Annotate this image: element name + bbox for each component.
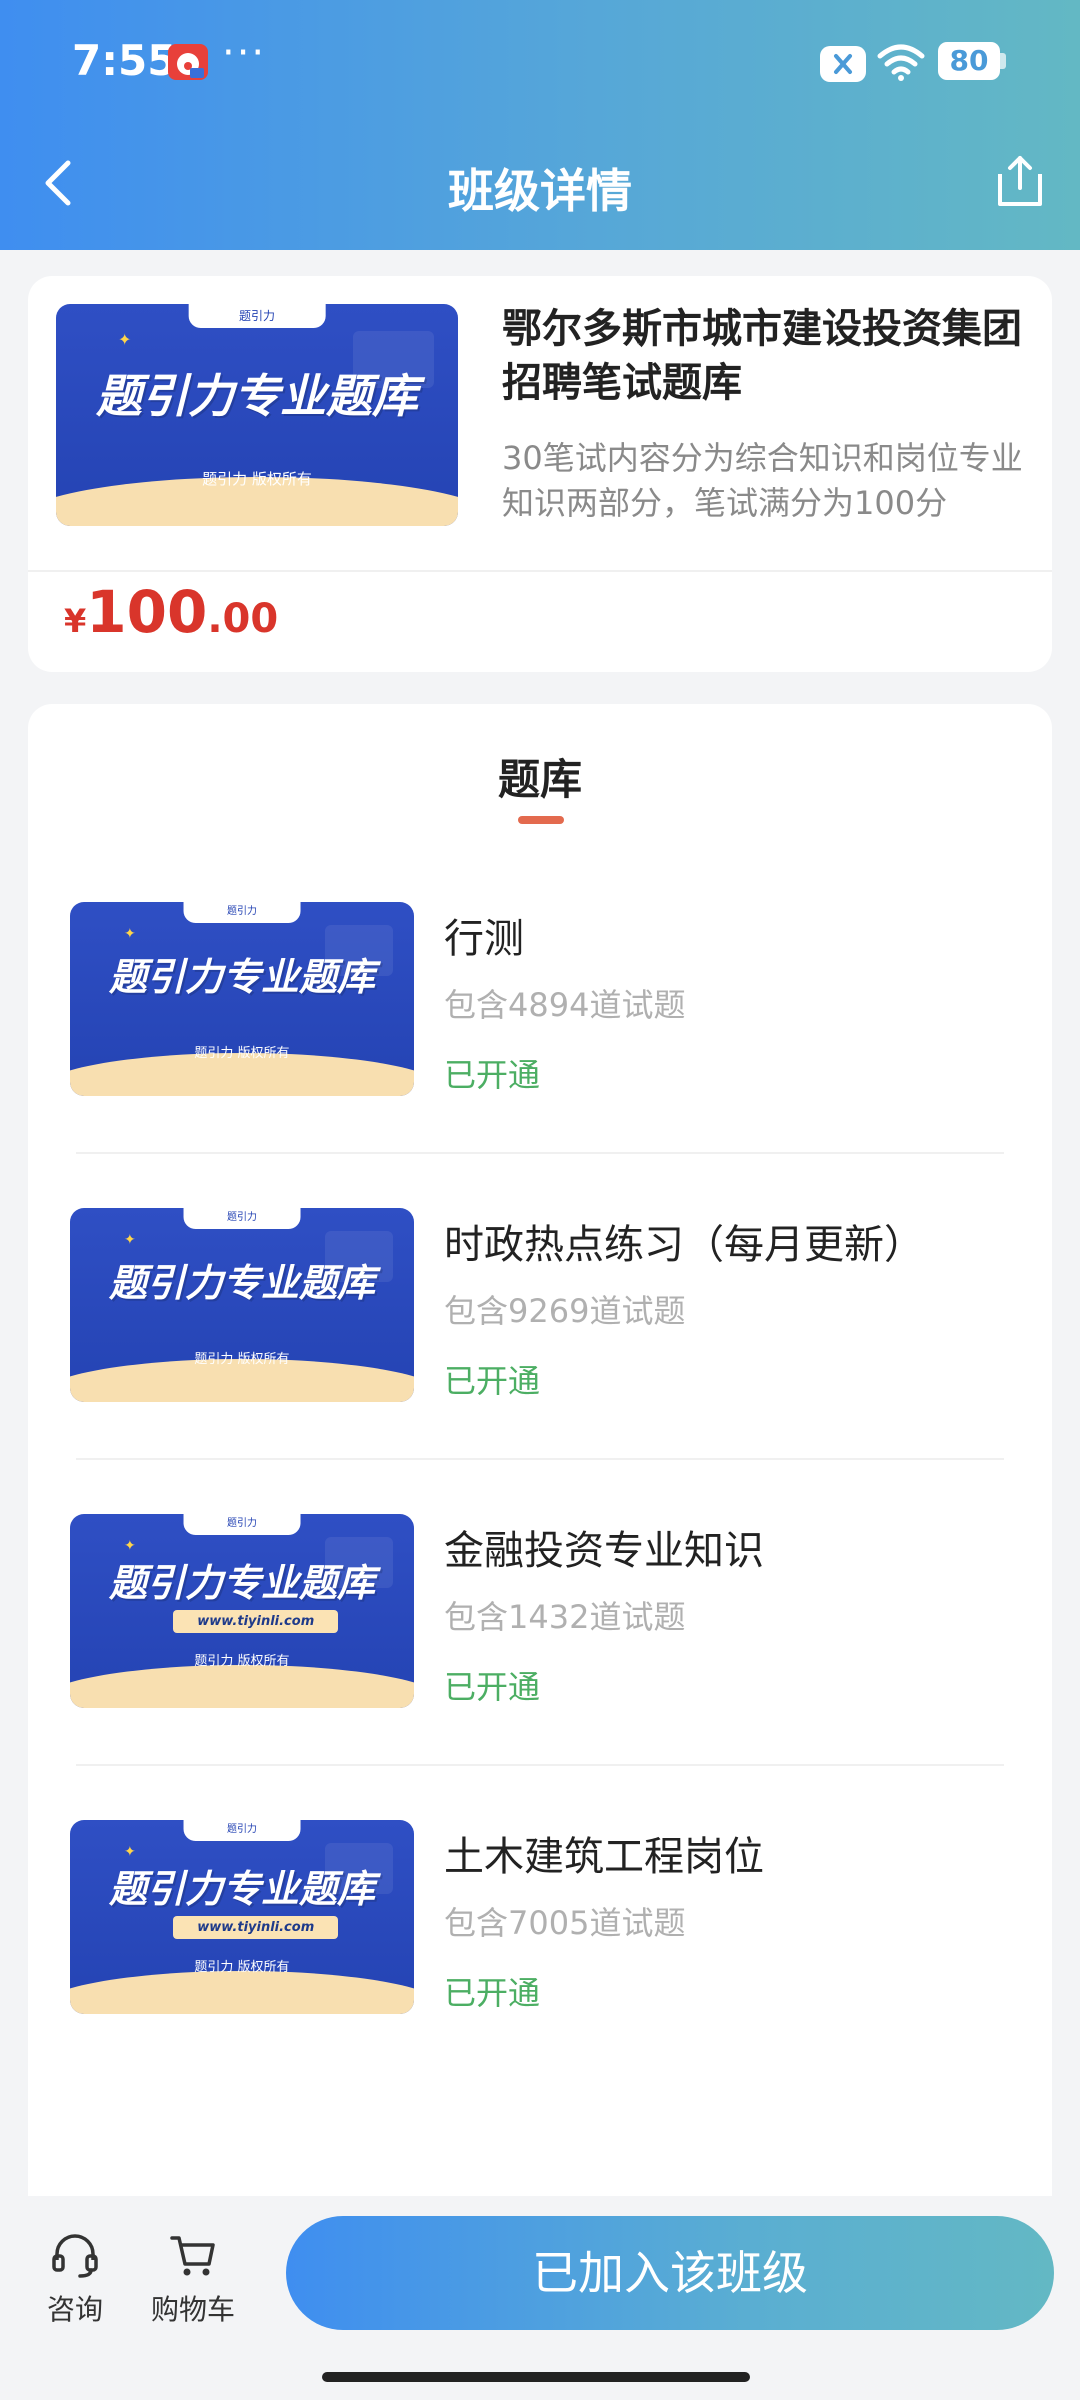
bank-item-name: 金融投资专业知识 xyxy=(444,1528,764,1574)
status-bar: 7:55 ··· 80 xyxy=(0,0,1080,125)
price-decimal: .00 xyxy=(207,596,279,642)
cart-icon xyxy=(170,2236,215,2276)
bank-item-name: 时政热点练习（每月更新） xyxy=(444,1222,924,1268)
banner-logo-text: 题引力 xyxy=(226,1824,257,1835)
bank-item-count: 包含7005道试题 xyxy=(444,1904,686,1942)
bank-item[interactable]: 题引力 ✦ 题引力专业题库 www.tiyinli.com 题引力 版权所有 土… xyxy=(70,1820,1010,2020)
banner-logo-text: 题引力 xyxy=(226,906,257,917)
banner-headline: 题引力专业题库 xyxy=(96,369,418,423)
home-indicator[interactable] xyxy=(322,2372,750,2382)
question-bank-section: 题库 题引力 ✦ 题引力专业题库 题引力 版权所有 行测 包含4894道试题 已… xyxy=(28,704,1052,2204)
banner-headline: 题引力专业题库 xyxy=(108,1561,375,1605)
bank-item-banner-image: 题引力 ✦ 题引力专业题库 题引力 版权所有 xyxy=(70,902,414,1096)
header: 7:55 ··· 80 班级详情 xyxy=(0,0,1080,250)
bank-item-count: 包含9269道试题 xyxy=(444,1292,686,1330)
banner-logo-text: 题引力 xyxy=(226,1518,257,1529)
battery-level: 80 xyxy=(938,42,1000,80)
banner-wave xyxy=(70,1665,414,1708)
banner-copyright: 题引力 版权所有 xyxy=(202,470,312,488)
section-title-underline xyxy=(518,816,564,824)
bank-item[interactable]: 题引力 ✦ 题引力专业题库 题引力 版权所有 行测 包含4894道试题 已开通 xyxy=(70,902,1010,1102)
battery-tip xyxy=(1000,53,1006,69)
close-status-icon xyxy=(820,46,866,82)
bank-item-status: 已开通 xyxy=(444,1668,541,1706)
price-symbol: ¥ xyxy=(64,602,87,640)
banner-headline: 题引力专业题库 xyxy=(108,955,375,999)
wifi-icon xyxy=(877,44,925,81)
banner-copyright: 题引力 版权所有 xyxy=(194,1352,290,1367)
section-title: 题库 xyxy=(497,755,582,804)
banner-logo-text: 题引力 xyxy=(238,309,276,323)
cart-button[interactable]: 购物车 xyxy=(148,2232,238,2328)
divider xyxy=(28,570,1052,572)
divider xyxy=(76,1458,1004,1460)
banner-wave xyxy=(70,1971,414,2014)
star-icon: ✦ xyxy=(124,926,136,942)
bank-item-banner-image: 题引力 ✦ 题引力专业题库 题引力 版权所有 xyxy=(70,1208,414,1402)
bottom-action-bar: 咨询 购物车 已加入该班级 xyxy=(0,2196,1080,2400)
banner-url: www.tiyinli.com xyxy=(173,1610,339,1634)
bank-item-status: 已开通 xyxy=(444,1056,541,1094)
star-icon: ✦ xyxy=(118,330,132,349)
bank-item[interactable]: 题引力 ✦ 题引力专业题库 www.tiyinli.com 题引力 版权所有 金… xyxy=(70,1514,1010,1714)
share-icon[interactable] xyxy=(996,152,1044,208)
banner-url: www.tiyinli.com xyxy=(173,1916,339,1940)
banner-headline: 题引力专业题库 xyxy=(108,1261,375,1305)
banner-logo-tab: 题引力 xyxy=(183,1514,301,1536)
bank-item-name: 行测 xyxy=(444,916,524,962)
consult-label: 咨询 xyxy=(46,2293,103,2326)
product-description: 30笔试内容分为综合知识和岗位专业知识两部分，笔试满分为100分 xyxy=(502,439,1023,522)
banner-logo-tab: 题引力 xyxy=(183,902,301,924)
banner-logo-tab: 题引力 xyxy=(188,304,326,329)
banner-logo-tab: 题引力 xyxy=(183,1820,301,1842)
bank-item-banner-image: 题引力 ✦ 题引力专业题库 www.tiyinli.com 题引力 版权所有 xyxy=(70,1820,414,2014)
banner-copyright: 题引力 版权所有 xyxy=(194,1960,290,1975)
bank-item[interactable]: 题引力 ✦ 题引力专业题库 题引力 版权所有 时政热点练习（每月更新） 包含92… xyxy=(70,1208,1010,1408)
product-title: 鄂尔多斯市城市建设投资集团招聘笔试题库 xyxy=(502,306,1022,406)
divider xyxy=(76,1152,1004,1154)
divider xyxy=(76,1764,1004,1766)
headset-icon xyxy=(52,2234,98,2278)
banner-copyright: 题引力 版权所有 xyxy=(194,1046,290,1061)
banner-logo-tab: 题引力 xyxy=(183,1208,301,1230)
joined-class-button[interactable]: 已加入该班级 xyxy=(286,2216,1054,2330)
page-title: 班级详情 xyxy=(448,164,632,218)
more-notifications-icon: ··· xyxy=(222,30,267,76)
bank-item-status: 已开通 xyxy=(444,1362,541,1400)
bank-item-status: 已开通 xyxy=(444,1974,541,2012)
bank-item-name: 土木建筑工程岗位 xyxy=(444,1834,764,1880)
banner-headline: 题引力专业题库 xyxy=(108,1867,375,1911)
cart-label: 购物车 xyxy=(150,2293,235,2326)
notification-app-icon xyxy=(168,44,208,80)
consult-button[interactable]: 咨询 xyxy=(42,2232,108,2328)
banner-copyright: 题引力 版权所有 xyxy=(194,1654,290,1669)
product-card: 题引力 ✦ 题引力专业题库 题引力 版权所有 鄂尔多斯市城市建设投资集团招聘笔试… xyxy=(28,276,1052,672)
banner-logo-text: 题引力 xyxy=(226,1212,257,1223)
bank-item-count: 包含1432道试题 xyxy=(444,1598,686,1636)
product-banner-image: 题引力 ✦ 题引力专业题库 题引力 版权所有 xyxy=(56,304,458,526)
price: ¥100.00 xyxy=(64,578,278,646)
bank-item-count: 包含4894道试题 xyxy=(444,986,686,1024)
star-icon: ✦ xyxy=(124,1232,136,1248)
bank-item-banner-image: 题引力 ✦ 题引力专业题库 www.tiyinli.com 题引力 版权所有 xyxy=(70,1514,414,1708)
price-integer: 100 xyxy=(86,578,208,646)
status-time: 7:55 xyxy=(72,36,177,85)
